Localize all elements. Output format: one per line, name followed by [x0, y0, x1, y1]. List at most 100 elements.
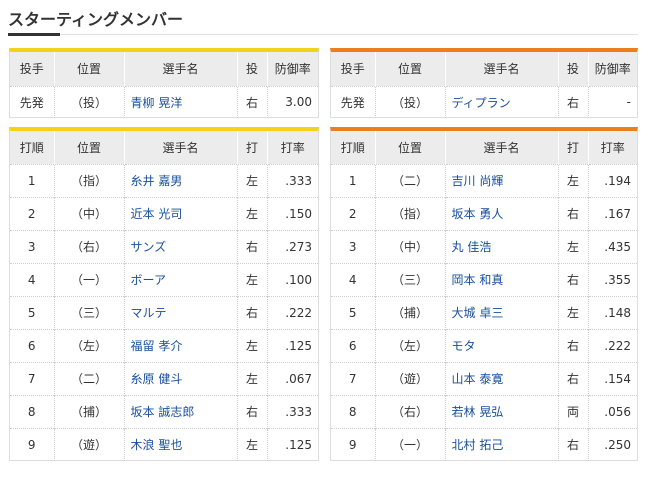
player-name-link[interactable]: サンズ — [124, 229, 238, 263]
batting-order: 3 — [331, 229, 376, 263]
table-header-row: 投手 位置 選手名 投 防御率 — [10, 52, 318, 86]
header-throws: 投 — [558, 52, 589, 86]
player-name-link[interactable]: 若林 晃弘 — [445, 394, 559, 428]
header-player-name: 選手名 — [124, 52, 238, 86]
pitcher-era: 3.00 — [267, 85, 318, 118]
batting-average: .148 — [588, 295, 637, 329]
bats: 左 — [237, 361, 268, 395]
pitcher-era: - — [588, 85, 637, 118]
pitcher-position: （投） — [375, 85, 446, 118]
table-row: 4 （一） ボーア 左 .100 — [10, 262, 318, 296]
bats: 左 — [237, 163, 268, 197]
batting-order: 7 — [331, 361, 376, 395]
player-name-link[interactable]: 北村 拓己 — [445, 427, 559, 461]
batting-average: .067 — [267, 361, 318, 395]
bats: 右 — [558, 262, 589, 296]
position: （二） — [375, 163, 446, 197]
batting-order: 4 — [10, 262, 55, 296]
position: （捕） — [375, 295, 446, 329]
header-batting-order: 打順 — [331, 131, 376, 164]
bats: 左 — [237, 328, 268, 362]
player-name-link[interactable]: 山本 泰寛 — [445, 361, 559, 395]
batting-order: 6 — [10, 328, 55, 362]
header-batting-average: 打率 — [588, 131, 637, 164]
bats: 両 — [558, 394, 589, 428]
header-role: 投手 — [331, 52, 376, 86]
table-row: 8 （右） 若林 晃弘 両 .056 — [331, 394, 637, 428]
batting-order: 9 — [10, 427, 55, 461]
header-position: 位置 — [54, 131, 125, 164]
player-name-link[interactable]: モタ — [445, 328, 559, 362]
position: （指） — [54, 163, 125, 197]
bats: 右 — [237, 229, 268, 263]
header-player-name: 選手名 — [445, 131, 559, 164]
batting-average: .250 — [588, 427, 637, 461]
bats: 右 — [558, 427, 589, 461]
table-row: 8 （捕） 坂本 誠志郎 右 .333 — [10, 394, 318, 428]
header-player-name: 選手名 — [124, 131, 238, 164]
batting-average: .273 — [267, 229, 318, 263]
position: （右） — [54, 229, 125, 263]
player-name-link[interactable]: 大城 卓三 — [445, 295, 559, 329]
home-lineup-panel: 打順 位置 選手名 打 打率 1 （指） 糸井 嘉男 左 .333 2 （中） … — [9, 127, 319, 461]
table-row: 2 （指） 坂本 勇人 右 .167 — [331, 196, 637, 230]
player-name-link[interactable]: 木浪 聖也 — [124, 427, 238, 461]
bats: 右 — [558, 328, 589, 362]
table-row: 7 （二） 糸原 健斗 左 .067 — [10, 361, 318, 395]
player-name-link[interactable]: 丸 佳浩 — [445, 229, 559, 263]
player-name-link[interactable]: 福留 孝介 — [124, 328, 238, 362]
table-row: 9 （一） 北村 拓己 右 .250 — [331, 427, 637, 461]
header-batting-order: 打順 — [10, 131, 55, 164]
player-name-link[interactable]: 吉川 尚輝 — [445, 163, 559, 197]
bats: 左 — [237, 262, 268, 296]
player-name-link[interactable]: 坂本 誠志郎 — [124, 394, 238, 428]
player-name-link[interactable]: 岡本 和真 — [445, 262, 559, 296]
table-header-row: 打順 位置 選手名 打 打率 — [331, 131, 637, 164]
table-header-row: 打順 位置 選手名 打 打率 — [10, 131, 318, 164]
player-name-link[interactable]: 近本 光司 — [124, 196, 238, 230]
bats: 左 — [558, 229, 589, 263]
pitcher-name-link[interactable]: 青柳 晃洋 — [124, 85, 238, 118]
position: （二） — [54, 361, 125, 395]
batting-order: 7 — [10, 361, 55, 395]
player-name-link[interactable]: ボーア — [124, 262, 238, 296]
player-name-link[interactable]: 坂本 勇人 — [445, 196, 559, 230]
position: （遊） — [54, 427, 125, 461]
batting-order: 1 — [10, 163, 55, 197]
player-name-link[interactable]: 糸原 健斗 — [124, 361, 238, 395]
position: （一） — [375, 427, 446, 461]
batting-average: .167 — [588, 196, 637, 230]
player-name-link[interactable]: マルテ — [124, 295, 238, 329]
header-position: 位置 — [375, 131, 446, 164]
pitcher-name-link[interactable]: ディプラン — [445, 85, 559, 118]
bats: 右 — [237, 394, 268, 428]
batting-average: .435 — [588, 229, 637, 263]
batting-order: 4 — [331, 262, 376, 296]
position: （三） — [375, 262, 446, 296]
table-row: 5 （三） マルテ 右 .222 — [10, 295, 318, 329]
title-accent-bar — [8, 33, 60, 36]
table-row: 9 （遊） 木浪 聖也 左 .125 — [10, 427, 318, 461]
bats: 左 — [237, 427, 268, 461]
position: （左） — [375, 328, 446, 362]
table-row: 先発 （投） 青柳 晃洋 右 3.00 — [10, 85, 318, 118]
batting-order: 5 — [331, 295, 376, 329]
position: （一） — [54, 262, 125, 296]
position: （中） — [54, 196, 125, 230]
table-row: 5 （捕） 大城 卓三 左 .148 — [331, 295, 637, 329]
away-pitcher-panel: 投手 位置 選手名 投 防御率 先発 （投） ディプラン 右 - — [330, 48, 638, 118]
position: （右） — [375, 394, 446, 428]
page-title: スターティングメンバー — [8, 10, 184, 29]
bats: 左 — [558, 295, 589, 329]
bats: 右 — [237, 295, 268, 329]
pitcher-throws: 右 — [558, 85, 589, 118]
batting-average: .125 — [267, 328, 318, 362]
position: （三） — [54, 295, 125, 329]
table-row: 6 （左） モタ 右 .222 — [331, 328, 637, 362]
position: （遊） — [375, 361, 446, 395]
player-name-link[interactable]: 糸井 嘉男 — [124, 163, 238, 197]
batting-order: 6 — [331, 328, 376, 362]
header-era: 防御率 — [588, 52, 637, 86]
batting-average: .222 — [588, 328, 637, 362]
header-batting-average: 打率 — [267, 131, 318, 164]
